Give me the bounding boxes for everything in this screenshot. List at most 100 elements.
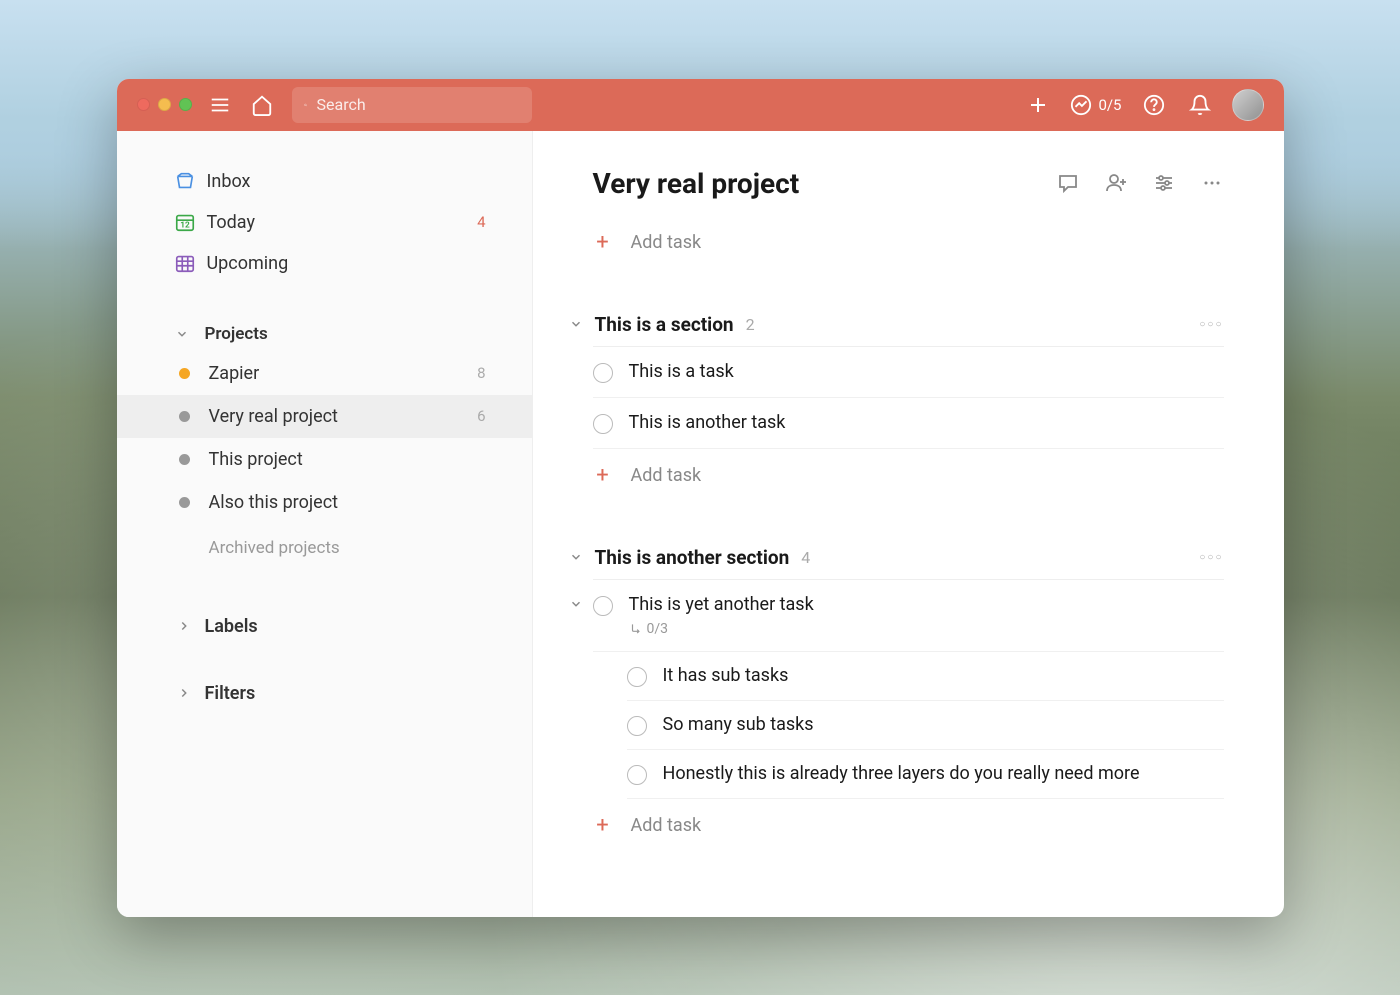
task-item[interactable]: So many sub tasks bbox=[627, 701, 1224, 750]
task-item[interactable]: This is yet another task 0/3 bbox=[593, 580, 1224, 652]
task-checkbox[interactable] bbox=[627, 667, 647, 687]
project-count: 8 bbox=[477, 364, 485, 382]
section-count: 4 bbox=[801, 548, 810, 567]
task-checkbox[interactable] bbox=[593, 363, 613, 383]
project-item-very-real-project[interactable]: Very real project 6 bbox=[117, 395, 532, 438]
task-section: This is a section 2 ○○○ This is a task T… bbox=[593, 313, 1224, 496]
search-box[interactable] bbox=[292, 87, 532, 123]
task-title: Honestly this is already three layers do… bbox=[663, 763, 1224, 784]
task-item[interactable]: It has sub tasks bbox=[627, 652, 1224, 701]
task-item[interactable]: This is a task bbox=[593, 347, 1224, 398]
window-maximize-button[interactable] bbox=[179, 98, 192, 111]
task-section-header[interactable]: This is a section 2 ○○○ bbox=[593, 313, 1224, 347]
plus-icon: + bbox=[593, 813, 613, 838]
section-label: Projects bbox=[205, 324, 268, 344]
nav-label: Today bbox=[207, 212, 255, 233]
plus-icon: + bbox=[593, 463, 613, 488]
plus-icon bbox=[1026, 93, 1050, 117]
task-checkbox[interactable] bbox=[593, 414, 613, 434]
task-title: This is yet another task bbox=[629, 594, 1224, 615]
productivity-icon bbox=[1070, 94, 1092, 116]
app-window: 0/5 Inbox bbox=[117, 79, 1284, 917]
sidebar-item-today[interactable]: 12 Today 4 bbox=[117, 202, 532, 243]
section-count: 2 bbox=[746, 315, 755, 334]
notifications-button[interactable] bbox=[1186, 91, 1214, 119]
comment-icon bbox=[1056, 171, 1080, 195]
main-content: Very real project bbox=[533, 131, 1284, 917]
search-input[interactable] bbox=[317, 95, 520, 114]
help-button[interactable] bbox=[1140, 91, 1168, 119]
home-button[interactable] bbox=[248, 91, 276, 119]
productivity-button[interactable]: 0/5 bbox=[1070, 94, 1121, 116]
search-icon bbox=[304, 96, 307, 114]
chevron-down-icon bbox=[175, 327, 189, 341]
project-item-this-project[interactable]: This project bbox=[117, 438, 532, 481]
project-label: This project bbox=[209, 449, 303, 470]
project-actions bbox=[1056, 171, 1224, 195]
comments-button[interactable] bbox=[1056, 171, 1080, 195]
task-section-header[interactable]: This is another section 4 ○○○ bbox=[593, 546, 1224, 580]
project-item-also-this-project[interactable]: Also this project bbox=[117, 481, 532, 524]
bell-icon bbox=[1189, 94, 1211, 116]
plus-icon: + bbox=[593, 230, 613, 255]
sidebar-item-inbox[interactable]: Inbox bbox=[117, 161, 532, 202]
project-color-dot bbox=[179, 497, 190, 508]
help-icon bbox=[1143, 94, 1165, 116]
section-label: Labels bbox=[205, 616, 258, 637]
project-label: Also this project bbox=[209, 492, 339, 513]
share-button[interactable] bbox=[1104, 171, 1128, 195]
projects-header[interactable]: Projects bbox=[117, 316, 532, 352]
archived-projects-link[interactable]: Archived projects bbox=[117, 524, 532, 572]
project-title: Very real project bbox=[593, 167, 1056, 200]
project-color-dot bbox=[179, 454, 190, 465]
section-more-button[interactable]: ○○○ bbox=[1199, 319, 1223, 330]
nav-label: Inbox bbox=[207, 171, 251, 192]
nav-label: Upcoming bbox=[207, 253, 289, 274]
add-person-icon bbox=[1104, 171, 1128, 195]
archived-label: Archived projects bbox=[209, 538, 340, 558]
add-task-label: Add task bbox=[631, 815, 702, 836]
subtask-progress: 0/3 bbox=[647, 621, 669, 637]
project-item-zapier[interactable]: Zapier 8 bbox=[117, 352, 532, 395]
task-title: So many sub tasks bbox=[663, 714, 1224, 735]
task-section: This is another section 4 ○○○ This is ye… bbox=[593, 546, 1224, 846]
quick-add-button[interactable] bbox=[1024, 91, 1052, 119]
add-task-button[interactable]: + Add task bbox=[593, 222, 1224, 263]
task-checkbox[interactable] bbox=[593, 596, 613, 616]
project-color-dot bbox=[179, 368, 190, 379]
avatar[interactable] bbox=[1232, 89, 1264, 121]
section-more-button[interactable]: ○○○ bbox=[1199, 552, 1223, 563]
app-body: Inbox 12 Today 4 Upcoming bbox=[117, 131, 1284, 917]
add-task-button[interactable]: + Add task bbox=[593, 799, 1224, 846]
view-options-button[interactable] bbox=[1152, 171, 1176, 195]
section-label: Filters bbox=[205, 683, 256, 704]
task-checkbox[interactable] bbox=[627, 765, 647, 785]
task-item[interactable]: Honestly this is already three layers do… bbox=[627, 750, 1224, 799]
task-item[interactable]: This is another task bbox=[593, 398, 1224, 449]
sidebar-item-upcoming[interactable]: Upcoming bbox=[117, 243, 532, 284]
subtask-list: It has sub tasks So many sub tasks Hones… bbox=[627, 652, 1224, 799]
task-meta: 0/3 bbox=[629, 621, 1224, 637]
project-color-dot bbox=[179, 411, 190, 422]
task-title: This is another task bbox=[629, 412, 1224, 433]
subtask-icon bbox=[629, 622, 643, 636]
add-task-label: Add task bbox=[631, 465, 702, 486]
project-header: Very real project bbox=[593, 167, 1224, 200]
window-minimize-button[interactable] bbox=[158, 98, 171, 111]
titlebar: 0/5 bbox=[117, 79, 1284, 131]
sliders-icon bbox=[1152, 171, 1176, 195]
more-options-button[interactable] bbox=[1200, 171, 1224, 195]
add-task-button[interactable]: + Add task bbox=[593, 449, 1224, 496]
task-checkbox[interactable] bbox=[627, 716, 647, 736]
upcoming-icon bbox=[173, 252, 197, 274]
traffic-lights bbox=[137, 98, 192, 111]
menu-button[interactable] bbox=[206, 91, 234, 119]
labels-header[interactable]: Labels bbox=[117, 602, 532, 651]
chevron-right-icon bbox=[177, 619, 191, 633]
filters-header[interactable]: Filters bbox=[117, 669, 532, 718]
more-icon bbox=[1200, 171, 1224, 195]
chevron-down-icon[interactable] bbox=[569, 597, 583, 611]
project-count: 6 bbox=[477, 407, 485, 425]
inbox-icon bbox=[173, 170, 197, 192]
window-close-button[interactable] bbox=[137, 98, 150, 111]
